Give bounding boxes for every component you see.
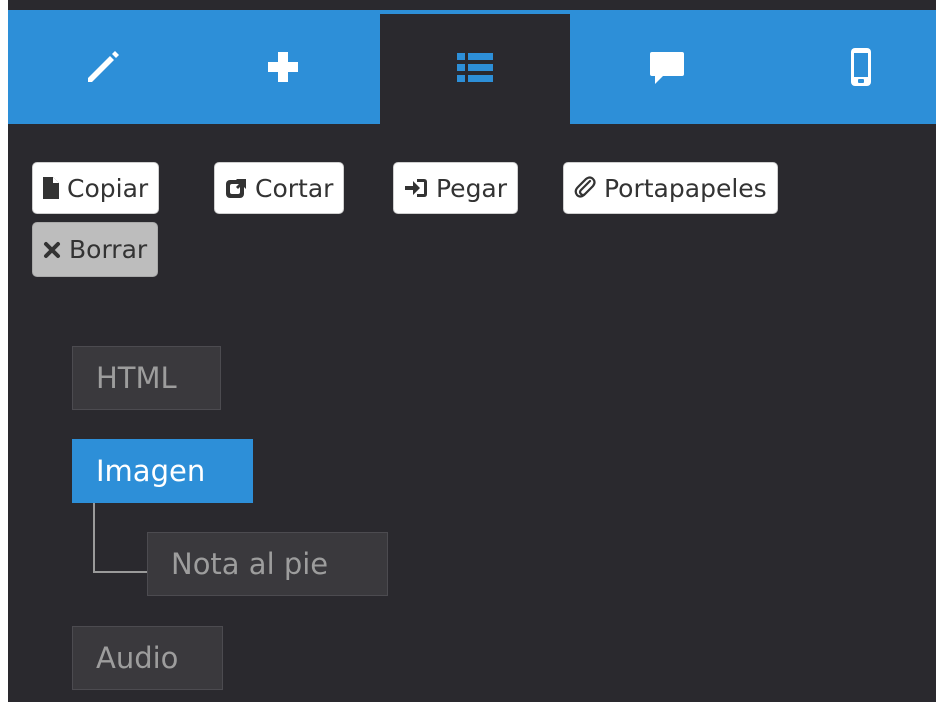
editor-panel: Copiar Cortar Pegar Portapapeles Borrar … <box>8 0 936 702</box>
copy-button[interactable]: Copiar <box>32 162 160 214</box>
cut-label: Cortar <box>255 173 334 203</box>
plus-icon <box>268 52 298 82</box>
paperclip-icon <box>574 176 596 198</box>
tree-connector <box>93 503 149 573</box>
clipboard-button[interactable]: Portapapeles <box>563 162 778 214</box>
sign-in-icon <box>405 179 427 197</box>
pencil-icon <box>88 51 119 82</box>
tree-node-label: Nota al pie <box>171 547 329 581</box>
file-icon <box>43 177 59 199</box>
tab-add[interactable] <box>188 10 378 124</box>
tab-structure[interactable] <box>380 10 570 124</box>
delete-label: Borrar <box>69 235 148 264</box>
tab-edit[interactable] <box>8 10 198 124</box>
delete-button[interactable]: Borrar <box>32 222 159 277</box>
tree-node-html[interactable]: HTML <box>72 346 221 410</box>
tree-node-label: Imagen <box>96 454 206 488</box>
tree-node-nota-al-pie[interactable]: Nota al pie <box>147 532 388 596</box>
tree-node-audio[interactable]: Audio <box>72 626 223 690</box>
cut-button[interactable]: Cortar <box>214 162 345 214</box>
mobile-icon <box>851 48 871 86</box>
clipboard-label: Portapapeles <box>604 173 767 203</box>
copy-label: Copiar <box>67 173 149 203</box>
tab-comments[interactable] <box>572 10 762 124</box>
tree-node-imagen[interactable]: Imagen <box>72 439 253 503</box>
tab-mobile[interactable] <box>766 10 936 124</box>
share-icon <box>226 179 246 198</box>
comment-icon <box>650 52 684 84</box>
tree-node-label: Audio <box>96 641 179 675</box>
list-icon <box>457 53 493 82</box>
tree-node-label: HTML <box>96 361 177 395</box>
close-icon <box>44 241 60 258</box>
paste-label: Pegar <box>436 173 508 203</box>
paste-button[interactable]: Pegar <box>393 162 519 214</box>
tab-bar <box>8 10 936 124</box>
